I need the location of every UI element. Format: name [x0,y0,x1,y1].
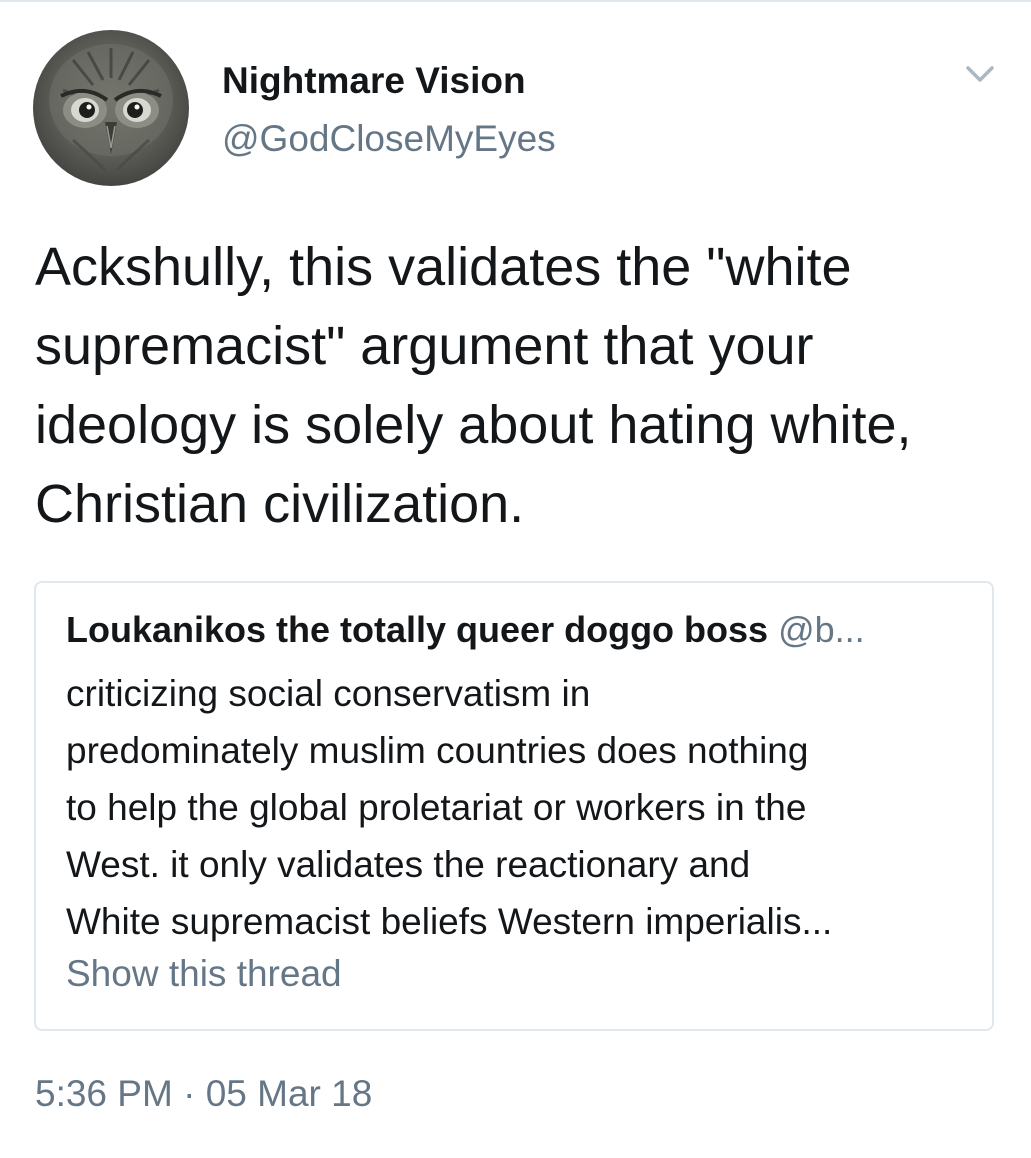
tweet-timestamp[interactable]: 5:36 PM · 05 Mar 18 [35,1073,372,1115]
quoted-tweet-card[interactable]: Loukanikos the totally queer doggo boss … [34,581,994,1031]
quoted-text-line: White supremacist beliefs Western imperi… [66,901,833,942]
tweet-text: Ackshully, this validates the "white sup… [35,237,912,534]
tweet-time: 5:36 PM [35,1073,173,1114]
tweet-menu-button[interactable] [962,58,998,88]
avatar[interactable] [33,30,189,186]
quoted-display-name: Loukanikos the totally queer doggo boss [66,609,769,650]
quoted-text-line: predominately muslim countries does noth… [66,730,809,771]
quoted-user-handle: @b... [778,609,865,650]
user-handle[interactable]: @GodCloseMyEyes [222,118,556,160]
quoted-tweet-text: criticizing social conservatism in predo… [66,665,976,950]
top-divider [0,0,1031,2]
quoted-text-line: to help the global proletariat or worker… [66,787,807,828]
show-thread-link[interactable]: Show this thread [66,953,342,995]
tweet-date: 05 Mar 18 [205,1073,373,1114]
quoted-text-line: West. it only validates the reactionary … [66,844,751,885]
quoted-tweet-header: Loukanikos the totally queer doggo boss … [66,609,865,651]
quoted-text-line: criticizing social conservatism in [66,673,591,714]
chevron-down-icon [966,66,994,82]
display-name[interactable]: Nightmare Vision [222,60,526,102]
owl-avatar-icon [49,44,173,172]
timestamp-separator: · [183,1073,196,1114]
